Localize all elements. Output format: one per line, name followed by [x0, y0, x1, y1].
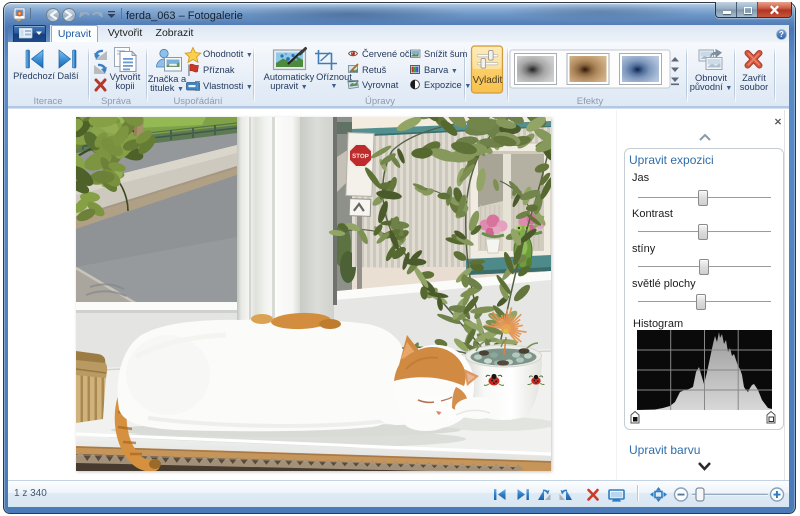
svg-text:STOP: STOP [352, 153, 369, 161]
